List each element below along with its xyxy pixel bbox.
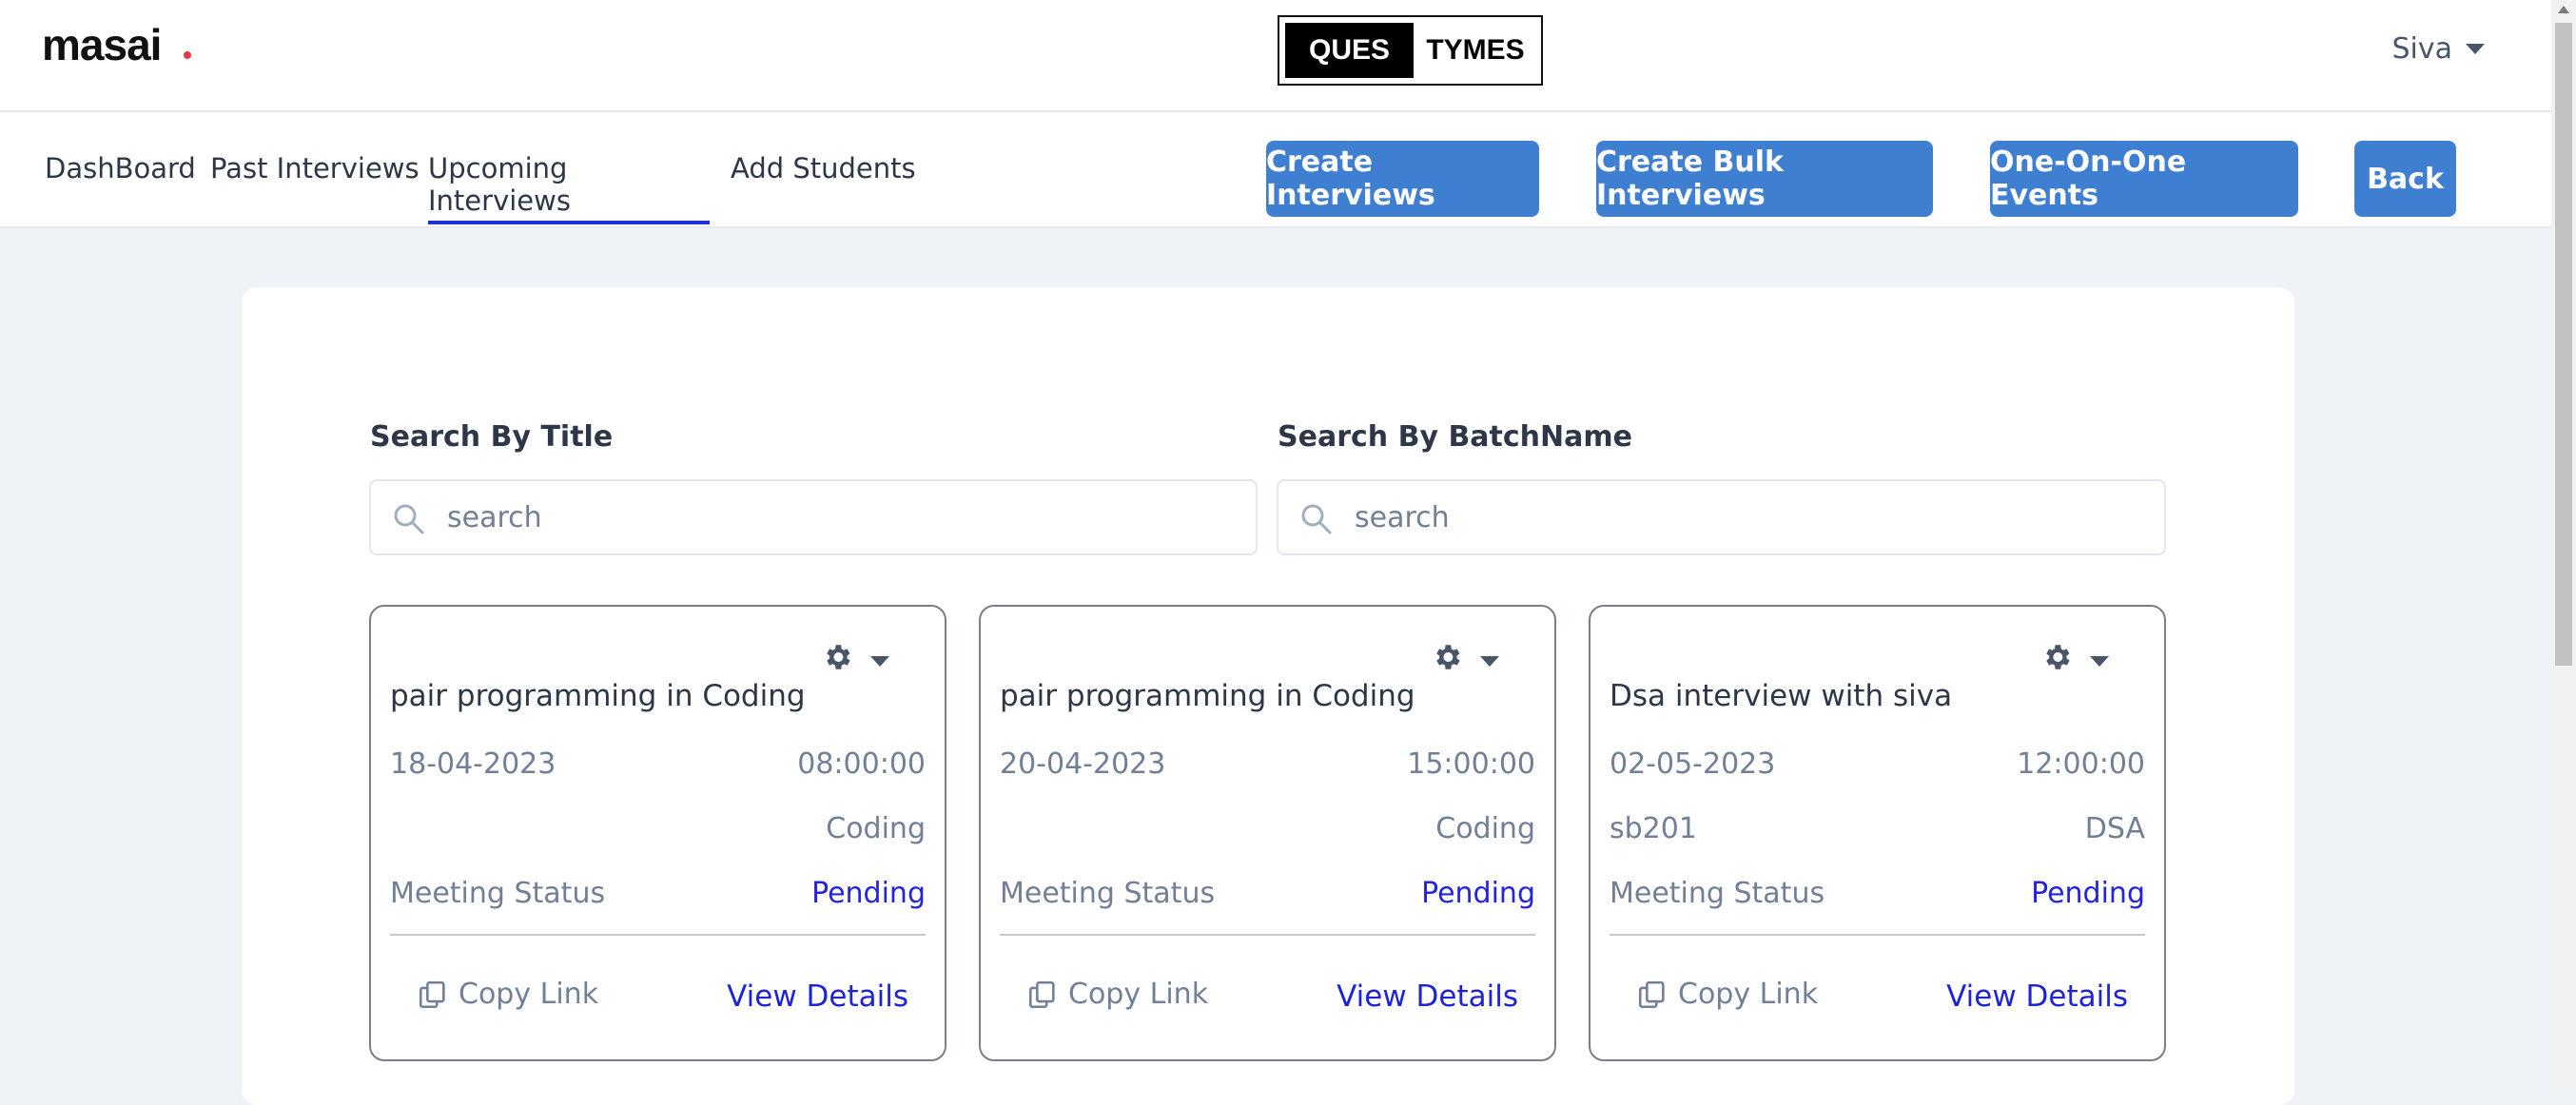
questymes-brand-logo: QUES TYMES xyxy=(1278,15,1543,86)
back-button[interactable]: Back xyxy=(2354,141,2456,217)
view-details-link[interactable]: View Details xyxy=(1337,979,1518,1014)
batch-category-row: sb201 DSA xyxy=(1610,812,2145,845)
nav-bar: DashBoard Past Interviews Upcoming Inter… xyxy=(0,112,2551,228)
gear-icon[interactable] xyxy=(821,641,853,673)
masai-logo[interactable]: masai xyxy=(42,19,162,70)
copy-link-label: Copy Link xyxy=(1068,978,1209,1011)
top-header: masai QUES TYMES Siva xyxy=(0,0,2551,112)
chevron-down-icon xyxy=(2466,44,2485,54)
copy-icon xyxy=(1028,980,1055,1008)
copy-link-label: Copy Link xyxy=(1678,978,1819,1011)
view-details-link[interactable]: View Details xyxy=(727,979,908,1014)
status-row: Meeting Status Pending xyxy=(1000,877,1535,910)
interview-date: 18-04-2023 xyxy=(390,747,556,781)
status-row: Meeting Status Pending xyxy=(1610,877,2145,910)
interview-title: Dsa interview with siva xyxy=(1610,679,1953,713)
page-scrollbar[interactable] xyxy=(2551,0,2576,1088)
copy-link-button[interactable]: Copy Link xyxy=(1636,978,1818,1011)
search-by-title-input[interactable] xyxy=(447,494,1237,540)
copy-icon xyxy=(1638,980,1665,1008)
card-divider xyxy=(1000,934,1535,936)
interview-time: 12:00:00 xyxy=(2017,747,2145,781)
scrollbar-thumb[interactable] xyxy=(2555,23,2572,666)
tab-add-students[interactable]: Add Students xyxy=(731,152,916,224)
interview-category: Coding xyxy=(1435,812,1535,845)
search-by-title-label: Search By Title xyxy=(370,420,614,454)
search-by-title-field[interactable] xyxy=(369,479,1258,555)
chevron-down-icon[interactable] xyxy=(2090,656,2109,667)
search-by-batchname-input[interactable] xyxy=(1355,494,2145,540)
interview-category: DSA xyxy=(2084,812,2145,845)
gear-icon[interactable] xyxy=(2040,641,2073,673)
interview-date: 20-04-2023 xyxy=(1000,747,1166,781)
status-badge: Pending xyxy=(2031,877,2145,910)
gear-icon[interactable] xyxy=(1431,641,1463,673)
meeting-status-label: Meeting Status xyxy=(390,877,606,910)
logo-dot xyxy=(184,51,191,59)
interview-title: pair programming in Coding xyxy=(390,679,806,713)
date-time-row: 02-05-2023 12:00:00 xyxy=(1610,747,2145,781)
status-badge: Pending xyxy=(811,877,926,910)
search-by-batchname-field[interactable] xyxy=(1277,479,2166,555)
card-divider xyxy=(390,934,926,936)
search-icon xyxy=(394,504,424,534)
batch-category-row: Coding xyxy=(1000,812,1535,845)
status-badge: Pending xyxy=(1421,877,1535,910)
meeting-status-label: Meeting Status xyxy=(1000,877,1216,910)
copy-icon xyxy=(419,980,445,1008)
view-details-link[interactable]: View Details xyxy=(1946,979,2128,1014)
batch-category-row: Coding xyxy=(390,812,926,845)
copy-link-label: Copy Link xyxy=(459,978,599,1011)
create-bulk-interviews-button[interactable]: Create Bulk Interviews xyxy=(1596,141,1933,217)
interview-time: 15:00:00 xyxy=(1407,747,1535,781)
tab-dashboard[interactable]: DashBoard xyxy=(45,152,196,224)
user-menu[interactable]: Siva xyxy=(2391,32,2485,66)
date-time-row: 20-04-2023 15:00:00 xyxy=(1000,747,1535,781)
chevron-down-icon[interactable] xyxy=(1480,656,1499,667)
create-interviews-button[interactable]: Create Interviews xyxy=(1266,141,1539,217)
date-time-row: 18-04-2023 08:00:00 xyxy=(390,747,926,781)
search-icon xyxy=(1301,504,1332,534)
interview-card: pair programming in Coding 18-04-2023 08… xyxy=(369,605,946,1061)
interview-card: Dsa interview with siva 02-05-2023 12:00… xyxy=(1589,605,2166,1061)
copy-link-button[interactable]: Copy Link xyxy=(1026,978,1208,1011)
interview-time: 08:00:00 xyxy=(797,747,926,781)
interview-batch: sb201 xyxy=(1610,812,1697,845)
interview-card: pair programming in Coding 20-04-2023 15… xyxy=(979,605,1556,1061)
scroll-up-arrow-icon[interactable] xyxy=(2558,6,2569,13)
user-name: Siva xyxy=(2391,32,2452,66)
brand-right-text: TYMES xyxy=(1426,34,1525,66)
tab-past-interviews[interactable]: Past Interviews xyxy=(210,152,420,224)
chevron-down-icon[interactable] xyxy=(870,656,889,667)
status-row: Meeting Status Pending xyxy=(390,877,926,910)
interview-date: 02-05-2023 xyxy=(1610,747,1776,781)
copy-link-button[interactable]: Copy Link xyxy=(417,978,598,1011)
tab-upcoming-interviews[interactable]: Upcoming Interviews xyxy=(428,152,710,224)
meeting-status-label: Meeting Status xyxy=(1610,877,1825,910)
card-divider xyxy=(1610,934,2145,936)
interview-title: pair programming in Coding xyxy=(1000,679,1415,713)
one-on-one-events-button[interactable]: One-On-One Events xyxy=(1990,141,2298,217)
interview-category: Coding xyxy=(826,812,926,845)
search-by-batchname-label: Search By BatchName xyxy=(1278,420,1632,454)
brand-left-text: QUES xyxy=(1285,23,1414,78)
